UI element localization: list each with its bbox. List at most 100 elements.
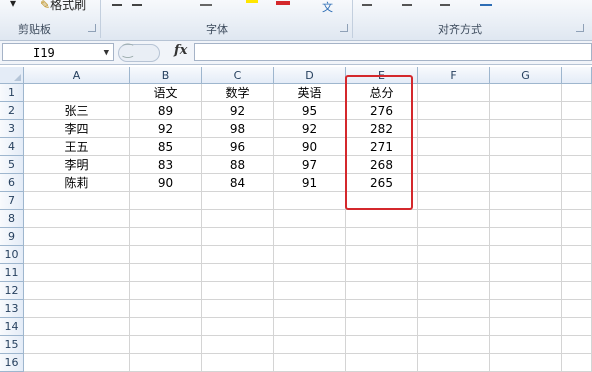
row-header-9[interactable]: 9 [0, 228, 24, 246]
row-header-13[interactable]: 13 [0, 300, 24, 318]
cell-d4[interactable]: 90 [274, 138, 346, 156]
cell-f6[interactable] [418, 174, 490, 192]
bold-icon[interactable] [112, 0, 122, 6]
cell-a16[interactable] [24, 354, 130, 372]
cell-d7[interactable] [274, 192, 346, 210]
cell-b16[interactable] [130, 354, 202, 372]
column-header-f[interactable]: F [418, 67, 490, 84]
cell-e14[interactable] [346, 318, 418, 336]
cell-g2[interactable] [490, 102, 562, 120]
cell-e6[interactable]: 265 [346, 174, 418, 192]
cell-a7[interactable] [24, 192, 130, 210]
orientation-icon[interactable] [440, 0, 450, 6]
align-top-icon[interactable] [362, 0, 372, 6]
cell-b13[interactable] [130, 300, 202, 318]
insert-function-button[interactable]: fx [174, 43, 187, 58]
row-header-10[interactable]: 10 [0, 246, 24, 264]
cell-e3[interactable]: 282 [346, 120, 418, 138]
cell-g11[interactable] [490, 264, 562, 282]
cell-f4[interactable] [418, 138, 490, 156]
cell-a5[interactable]: 李明 [24, 156, 130, 174]
cell-e12[interactable] [346, 282, 418, 300]
cell-a15[interactable] [24, 336, 130, 354]
row-header-6[interactable]: 6 [0, 174, 24, 192]
cell-g3[interactable] [490, 120, 562, 138]
cell-b2[interactable]: 89 [130, 102, 202, 120]
chevron-down-icon[interactable]: ▼ [104, 44, 109, 62]
cell-e4[interactable]: 271 [346, 138, 418, 156]
cell-c7[interactable] [202, 192, 274, 210]
cell-g15[interactable] [490, 336, 562, 354]
cell-f14[interactable] [418, 318, 490, 336]
cell-g4[interactable] [490, 138, 562, 156]
cell-c15[interactable] [202, 336, 274, 354]
cell-f10[interactable] [418, 246, 490, 264]
cell-a6[interactable]: 陈莉 [24, 174, 130, 192]
row-header-14[interactable]: 14 [0, 318, 24, 336]
cell-d15[interactable] [274, 336, 346, 354]
cell-b3[interactable]: 92 [130, 120, 202, 138]
cell-h1[interactable] [562, 84, 592, 102]
cell-a14[interactable] [24, 318, 130, 336]
format-painter-button[interactable]: ✎格式刷 [40, 0, 86, 13]
cell-f13[interactable] [418, 300, 490, 318]
row-header-2[interactable]: 2 [0, 102, 24, 120]
cell-a10[interactable] [24, 246, 130, 264]
cell-f8[interactable] [418, 210, 490, 228]
cell-b14[interactable] [130, 318, 202, 336]
cell-e8[interactable] [346, 210, 418, 228]
cell-g10[interactable] [490, 246, 562, 264]
cell-e10[interactable] [346, 246, 418, 264]
cell-h11[interactable] [562, 264, 592, 282]
alignment-launcher-icon[interactable] [576, 24, 584, 32]
cell-h6[interactable] [562, 174, 592, 192]
cell-c11[interactable] [202, 264, 274, 282]
cell-h9[interactable] [562, 228, 592, 246]
phonetic-icon[interactable]: 文 [322, 0, 333, 14]
cell-h16[interactable] [562, 354, 592, 372]
wrap-text-icon[interactable] [480, 0, 492, 6]
cell-g6[interactable] [490, 174, 562, 192]
cell-e7[interactable] [346, 192, 418, 210]
cell-b1[interactable]: 语文 [130, 84, 202, 102]
cell-a3[interactable]: 李四 [24, 120, 130, 138]
cell-a4[interactable]: 王五 [24, 138, 130, 156]
cell-d16[interactable] [274, 354, 346, 372]
cell-a13[interactable] [24, 300, 130, 318]
cell-d14[interactable] [274, 318, 346, 336]
cell-d6[interactable]: 91 [274, 174, 346, 192]
cell-c12[interactable] [202, 282, 274, 300]
cell-b4[interactable]: 85 [130, 138, 202, 156]
cell-f16[interactable] [418, 354, 490, 372]
cell-e1[interactable]: 总分 [346, 84, 418, 102]
cell-c5[interactable]: 88 [202, 156, 274, 174]
cell-f7[interactable] [418, 192, 490, 210]
cell-b10[interactable] [130, 246, 202, 264]
row-header-7[interactable]: 7 [0, 192, 24, 210]
cell-b7[interactable] [130, 192, 202, 210]
cell-f15[interactable] [418, 336, 490, 354]
row-header-4[interactable]: 4 [0, 138, 24, 156]
cell-h8[interactable] [562, 210, 592, 228]
row-header-12[interactable]: 12 [0, 282, 24, 300]
cell-d11[interactable] [274, 264, 346, 282]
row-header-16[interactable]: 16 [0, 354, 24, 372]
font-launcher-icon[interactable] [340, 24, 348, 32]
cell-d13[interactable] [274, 300, 346, 318]
cell-e15[interactable] [346, 336, 418, 354]
cell-c4[interactable]: 96 [202, 138, 274, 156]
cell-c9[interactable] [202, 228, 274, 246]
column-header-e[interactable]: E [346, 67, 418, 84]
cell-d5[interactable]: 97 [274, 156, 346, 174]
paste-dropdown-icon[interactable]: ▾ [10, 0, 16, 10]
cell-h10[interactable] [562, 246, 592, 264]
row-header-11[interactable]: 11 [0, 264, 24, 282]
cell-h13[interactable] [562, 300, 592, 318]
cell-h12[interactable] [562, 282, 592, 300]
cell-h15[interactable] [562, 336, 592, 354]
cell-f3[interactable] [418, 120, 490, 138]
cell-c8[interactable] [202, 210, 274, 228]
row-header-1[interactable]: 1 [0, 84, 24, 102]
cell-b12[interactable] [130, 282, 202, 300]
cell-c2[interactable]: 92 [202, 102, 274, 120]
